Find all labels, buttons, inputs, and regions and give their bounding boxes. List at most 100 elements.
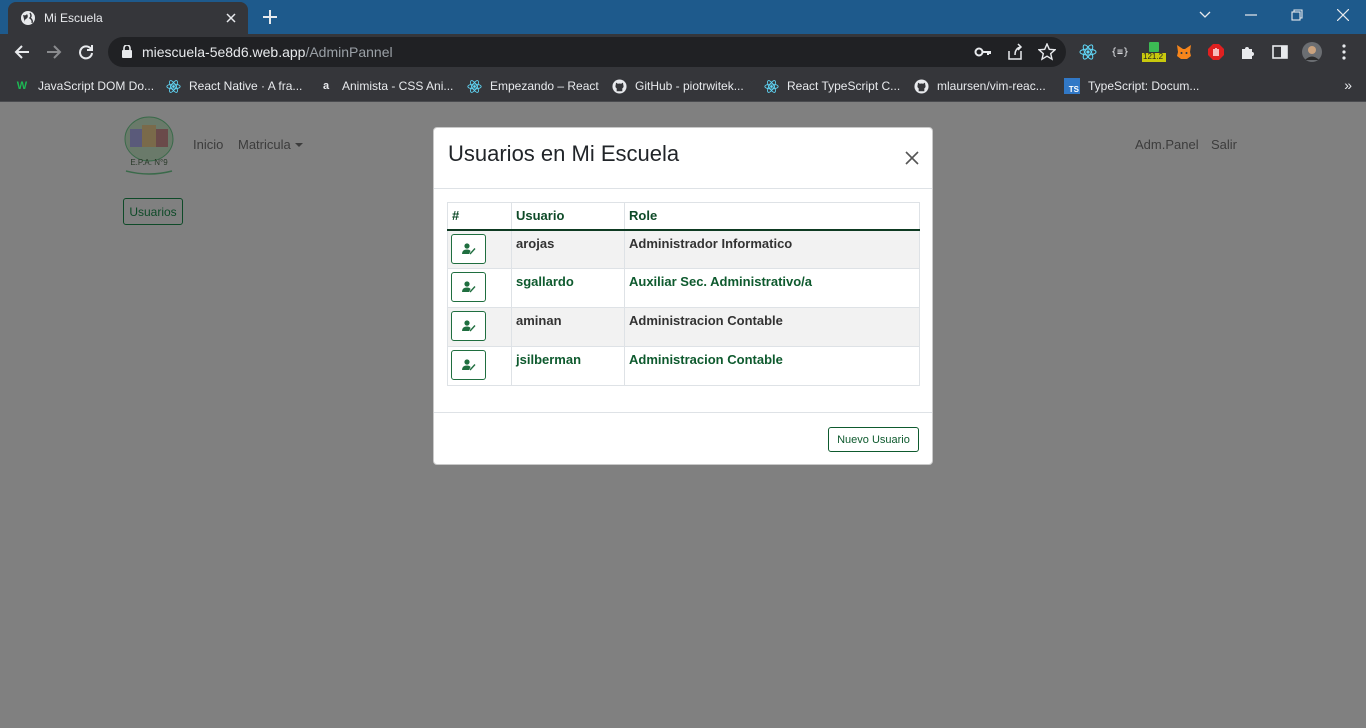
bookmark-label: mlaursen/vim-reac... — [937, 79, 1046, 93]
react-icon — [466, 78, 482, 94]
url-path: /AdminPannel — [305, 44, 393, 60]
puzzle-icon[interactable] — [1238, 42, 1258, 62]
bookmark-item[interactable]: mlaursen/vim-reac... — [913, 77, 1046, 95]
w-icon: W — [16, 80, 28, 92]
nav-inicio[interactable]: Inicio — [193, 137, 223, 152]
bookmark-label: Animista - CSS Ani... — [342, 79, 454, 93]
address-bar[interactable]: miescuela-5e8d6.web.app/AdminPannel — [108, 37, 1066, 67]
role-cell: Administracion Contable — [624, 307, 920, 347]
table-row: arojas Administrador Informatico — [447, 229, 920, 269]
edit-user-button[interactable] — [451, 272, 486, 302]
user-cell: sgallardo — [511, 268, 625, 308]
json-viewer-icon[interactable]: {≡} — [1110, 42, 1130, 62]
menu-kebab-icon[interactable] — [1334, 42, 1354, 62]
react-icon — [165, 78, 181, 94]
edit-cell — [447, 346, 512, 386]
user-edit-icon — [461, 242, 476, 254]
cheatsheet-icon — [763, 78, 779, 94]
forward-button[interactable] — [40, 38, 68, 66]
column-header-usuario: Usuario — [511, 202, 625, 231]
arrow-left-icon — [14, 45, 29, 59]
users-table: # Usuario Role arojas Administrador Infor… — [447, 202, 920, 386]
extension-badge: 121.2 — [1143, 52, 1164, 61]
usuarios-button[interactable]: Usuarios — [123, 198, 183, 225]
profile-avatar-icon[interactable] — [1302, 42, 1322, 62]
edit-cell — [447, 307, 512, 347]
globe-icon — [21, 11, 35, 25]
bookmark-label: JavaScript DOM Do... — [38, 79, 155, 93]
github-icon — [611, 78, 627, 94]
bookmark-item[interactable]: React Native · A fra... — [165, 77, 302, 95]
arrow-right-icon — [47, 45, 62, 59]
side-panel-icon[interactable] — [1270, 42, 1290, 62]
column-header-num: # — [447, 202, 512, 231]
back-button[interactable] — [8, 38, 36, 66]
column-header-role: Role — [624, 202, 920, 231]
browser-tab[interactable]: Mi Escuela — [8, 2, 248, 34]
restore-button[interactable] — [1274, 0, 1320, 30]
minimize-icon — [1245, 14, 1257, 16]
user-cell: jsilberman — [511, 346, 625, 386]
bookmark-item[interactable]: Empezando – React — [466, 77, 599, 95]
bookmark-label: GitHub - piotrwitek... — [635, 79, 744, 93]
github-icon — [913, 78, 929, 94]
logo-text: E.P.A. N°9 — [130, 158, 168, 167]
bookmark-item[interactable]: a Animista - CSS Ani... — [318, 77, 453, 95]
bookmark-item[interactable]: GitHub - piotrwitek... — [611, 77, 744, 95]
plus-icon — [263, 10, 277, 24]
edit-cell — [447, 268, 512, 308]
url-text: miescuela-5e8d6.web.app/AdminPannel — [142, 44, 393, 60]
school-logo: E.P.A. N°9 — [124, 116, 174, 175]
table-row: aminan Administracion Contable — [447, 307, 920, 347]
bookmarks-bar: W JavaScript DOM Do... React Native · A fr… — [0, 70, 1366, 102]
role-cell: Administracion Contable — [624, 346, 920, 386]
edit-user-button[interactable] — [451, 233, 486, 264]
tab-search-button[interactable] — [1182, 0, 1228, 30]
new-user-button[interactable]: Nuevo Usuario — [828, 427, 919, 452]
bookmark-label: Empezando – React — [490, 79, 599, 93]
bookmark-item[interactable]: W JavaScript DOM Do... — [14, 77, 154, 95]
nav-salir[interactable]: Salir — [1211, 137, 1237, 152]
reload-icon — [79, 45, 93, 60]
key-icon[interactable] — [974, 43, 992, 61]
tab-close-icon[interactable] — [222, 9, 240, 27]
adblock-icon[interactable] — [1206, 42, 1226, 62]
edit-cell — [447, 229, 512, 269]
metamask-icon[interactable] — [1174, 42, 1194, 62]
nav-matricula-label: Matricula — [238, 137, 291, 152]
browser-toolbar: miescuela-5e8d6.web.app/AdminPannel {≡} … — [0, 34, 1366, 70]
new-tab-button[interactable] — [258, 6, 282, 28]
user-cell: arojas — [511, 229, 625, 269]
star-icon[interactable] — [1038, 43, 1056, 61]
table-row: jsilberman Administracion Contable — [447, 346, 920, 386]
minimize-button[interactable] — [1228, 0, 1274, 30]
reload-button[interactable] — [72, 38, 100, 66]
browser-tab-strip: Mi Escuela — [0, 0, 1366, 34]
battery-extension-icon[interactable]: 121.2 — [1140, 42, 1168, 62]
nav-adm-panel[interactable]: Adm.Panel — [1135, 137, 1199, 152]
restore-icon — [1291, 9, 1303, 21]
a-icon: a — [322, 80, 330, 92]
close-icon — [905, 151, 919, 165]
bookmark-item[interactable]: React TypeScript C... — [763, 77, 900, 95]
user-edit-icon — [461, 359, 476, 371]
react-devtools-icon[interactable] — [1078, 42, 1098, 62]
close-window-button[interactable] — [1320, 0, 1366, 30]
chevron-down-icon — [1199, 11, 1211, 18]
nav-matricula-dropdown[interactable]: Matricula — [238, 137, 303, 152]
role-cell: Auxiliar Sec. Administrativo/a — [624, 268, 920, 308]
close-icon — [1337, 9, 1349, 21]
edit-user-button[interactable] — [451, 350, 486, 380]
share-icon[interactable] — [1006, 43, 1024, 61]
bookmark-item[interactable]: TS TypeScript: Docum... — [1064, 77, 1199, 95]
tab-title: Mi Escuela — [44, 11, 103, 25]
bookmark-label: React TypeScript C... — [787, 79, 901, 93]
ts-icon: TS — [1064, 78, 1080, 94]
caret-down-icon — [294, 143, 303, 147]
bookmarks-overflow-icon[interactable]: » — [1344, 77, 1352, 93]
edit-user-button[interactable] — [451, 311, 486, 341]
bookmark-label: TypeScript: Docum... — [1088, 79, 1200, 93]
modal-close-button[interactable] — [902, 148, 922, 168]
table-row: sgallardo Auxiliar Sec. Administrativo/a — [447, 268, 920, 308]
modal-footer: Nuevo Usuario — [434, 412, 932, 464]
